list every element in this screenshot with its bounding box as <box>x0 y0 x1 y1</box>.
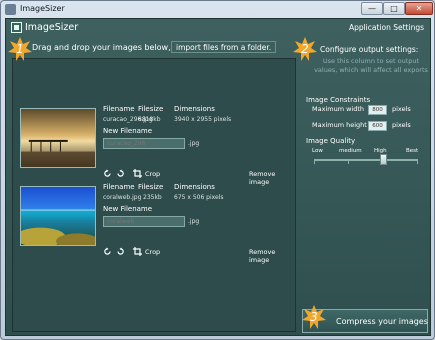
close-button[interactable]: ✕ <box>405 2 433 15</box>
image-thumbnail[interactable] <box>20 186 96 246</box>
app-header: ImageSizer Application Settings <box>6 19 430 37</box>
dimensions-value: 3940 x 2955 pixels <box>174 116 232 123</box>
step-3-number: 3 <box>310 310 318 324</box>
slider-tick <box>314 161 315 164</box>
step-1-number: 1 <box>16 42 24 56</box>
maximize-button[interactable]: □ <box>383 2 405 15</box>
max-width-input[interactable] <box>368 105 387 115</box>
quality-option-medium[interactable]: medium <box>339 148 362 154</box>
images-panel: Filename Filesize Dimensions curacao_296… <box>12 58 296 332</box>
output-settings-heading: Configure output settings: <box>320 45 419 54</box>
slider-tick <box>348 161 349 164</box>
dimensions-header: Dimensions <box>174 183 215 191</box>
step-3-badge: 3 <box>302 305 326 329</box>
image-thumbnail[interactable] <box>20 108 96 168</box>
filesize-value: 235kb <box>143 194 162 201</box>
max-width-unit: pixels <box>392 105 411 113</box>
window-titlebar[interactable]: ImageSizer — □ ✕ <box>1 1 434 18</box>
new-filename-label: New Filename <box>103 127 153 135</box>
rotate-right-icon[interactable] <box>116 169 125 178</box>
rotate-left-icon[interactable] <box>103 169 112 178</box>
app-title: ImageSizer <box>25 22 79 33</box>
rotate-left-icon[interactable] <box>103 247 112 256</box>
output-hint-line-1: Use this column to set output <box>322 57 420 65</box>
dimensions-value: 675 x 506 pixels <box>174 194 224 201</box>
app-body: ImageSizer Application Settings Filename… <box>5 18 431 336</box>
window-title: ImageSizer <box>20 4 65 13</box>
file-extension: .jpg <box>188 140 200 147</box>
new-filename-label: New Filename <box>103 205 153 213</box>
quality-option-best[interactable]: Best <box>406 148 418 154</box>
filename-value: coralweb.jpg <box>103 194 142 201</box>
max-width-label: Maximum width <box>312 105 365 113</box>
max-height-input[interactable] <box>368 121 387 131</box>
import-folder-button[interactable]: import files from a folder. <box>171 41 277 53</box>
drop-instructions: Drag and drop your images below, or <box>32 43 182 52</box>
quality-option-low[interactable]: Low <box>312 148 323 154</box>
compress-images-label[interactable]: Compress your images <box>336 317 428 326</box>
crop-button[interactable]: Crop <box>145 170 160 178</box>
application-window: ImageSizer — □ ✕ ImageSizer Application … <box>0 0 435 340</box>
filesize-header: Filesize <box>138 183 164 191</box>
dimensions-header: Dimensions <box>174 105 215 113</box>
crop-icon[interactable] <box>133 247 142 256</box>
app-window-icon <box>5 4 16 15</box>
max-height-unit: pixels <box>392 121 411 129</box>
crop-icon[interactable] <box>133 169 142 178</box>
filesize-header: Filesize <box>138 105 164 113</box>
max-height-label: Maximum height <box>312 121 367 129</box>
step-1-badge: 1 <box>8 37 32 61</box>
application-settings-link[interactable]: Application Settings <box>349 23 424 32</box>
image-constraints-label: Image Constraints <box>306 96 371 104</box>
file-extension: .jpg <box>188 218 200 225</box>
output-hint: Use this column to set output values, wh… <box>311 57 431 75</box>
filename-header: Filename <box>103 183 135 191</box>
minimize-button[interactable]: — <box>361 2 383 15</box>
image-quality-label: Image Quality <box>306 137 356 145</box>
new-filename-input[interactable] <box>103 216 185 227</box>
crop-button[interactable]: Crop <box>145 248 160 256</box>
image-card: Filename Filesize Dimensions coralweb.jp… <box>17 183 293 264</box>
quality-slider-track[interactable] <box>314 159 418 161</box>
remove-image-button[interactable]: Remove image <box>249 248 293 264</box>
imagesizer-logo-icon <box>11 22 22 33</box>
quality-slider-thumb[interactable] <box>380 154 387 165</box>
new-filename-input[interactable] <box>103 138 185 149</box>
filesize-value: 8818kb <box>138 116 161 123</box>
filename-header: Filename <box>103 105 135 113</box>
output-hint-line-2: values, which will affect all exports <box>314 66 428 74</box>
rotate-right-icon[interactable] <box>116 247 125 256</box>
slider-tick <box>417 161 418 164</box>
image-card: Filename Filesize Dimensions curacao_296… <box>17 105 293 186</box>
